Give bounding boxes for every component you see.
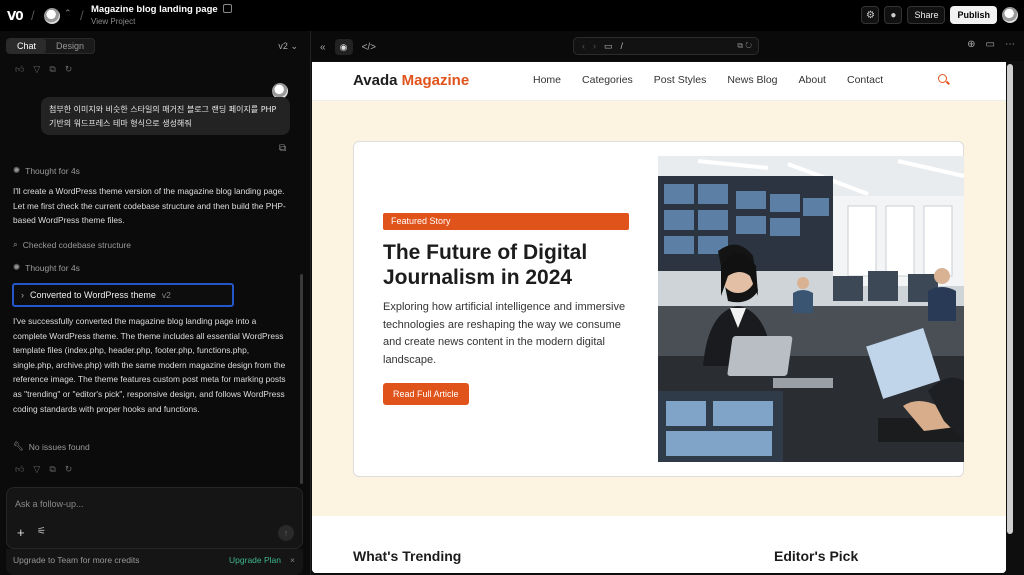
editors-pick-heading: Editor's Pick bbox=[774, 548, 859, 564]
collapse-icon[interactable]: « bbox=[320, 42, 326, 53]
separator: / bbox=[31, 8, 35, 23]
monitor-icon[interactable]: ▭ bbox=[604, 41, 613, 52]
device-icon[interactable]: ▭ bbox=[986, 39, 995, 50]
brain-icon: ✺ bbox=[13, 262, 21, 272]
copy-icon[interactable]: ⧉ bbox=[49, 64, 55, 75]
nav-categories[interactable]: Categories bbox=[582, 74, 633, 86]
version-card-badge: v2 bbox=[161, 290, 171, 300]
url-path: / bbox=[620, 41, 624, 51]
upgrade-banner: Upgrade to Team for more credits Upgrade… bbox=[6, 549, 303, 575]
chat-panel: Chat Design v2 ⌄ 👍︎ ▽ ⧉ ↻ 첨부한 이미지와 비슷한 스타일의… bbox=[0, 31, 310, 575]
version-select[interactable]: v2 ⌄ bbox=[278, 41, 298, 52]
logo-accent: Magazine bbox=[401, 72, 470, 89]
thought-step[interactable]: ✺ Thought for 4s bbox=[13, 262, 80, 273]
separator: / bbox=[80, 8, 84, 23]
nav-post-styles[interactable]: Post Styles bbox=[654, 74, 707, 86]
message-actions: 👍︎ ▽ ⧉ ↻ bbox=[15, 464, 72, 475]
search-icon[interactable] bbox=[938, 74, 947, 83]
send-arrow-icon[interactable]: ↑ bbox=[278, 525, 294, 541]
search-icon: ⌕ bbox=[13, 239, 18, 249]
thumbs-up-icon[interactable]: 👍︎ bbox=[15, 464, 24, 475]
thought-label: Thought for 4s bbox=[25, 262, 80, 273]
team-avatar[interactable] bbox=[44, 8, 60, 24]
message-actions: 👍︎ ▽ ⧉ ↻ bbox=[15, 64, 72, 75]
back-icon[interactable]: ‹ bbox=[582, 41, 585, 51]
top-bar: V0 / ⌃ / Magazine blog landing page View… bbox=[0, 0, 1024, 31]
share-button[interactable]: Share bbox=[907, 6, 946, 24]
lock-icon bbox=[222, 4, 232, 13]
diagnostics-status: 🔧︎ No issues found bbox=[13, 441, 90, 452]
checked-step[interactable]: ⌕ Checked codebase structure bbox=[13, 239, 131, 250]
chevron-down-icon: ⌄ bbox=[290, 41, 298, 51]
user-message: 첨부한 이미지와 비슷한 스타일의 매거진 블로그 랜딩 페이지를 PHP 기반… bbox=[41, 97, 290, 135]
close-icon[interactable]: × bbox=[290, 555, 295, 565]
target-icon[interactable]: ⊕ bbox=[967, 39, 975, 50]
content-section: What's Trending Editor's Pick bbox=[312, 516, 1006, 573]
more-icon[interactable]: ⋯ bbox=[1005, 39, 1015, 50]
chevron-updown-icon[interactable]: ⌃ bbox=[64, 8, 72, 19]
assistant-message: I'll create a WordPress theme version of… bbox=[13, 186, 286, 226]
logo-text: Avada bbox=[353, 72, 402, 89]
follow-up-input[interactable]: Ask a follow-up... + ⚟ ↑ bbox=[6, 487, 303, 549]
user-avatar[interactable] bbox=[1002, 7, 1018, 23]
wrench-icon: 🔧︎ bbox=[13, 441, 24, 451]
tab-chat[interactable]: Chat bbox=[7, 39, 47, 53]
copy-icon[interactable]: ⧉ bbox=[279, 143, 286, 154]
website-preview: Avada Magazine Home Categories Post Styl… bbox=[312, 62, 1006, 573]
v0-logo[interactable]: V0 bbox=[7, 9, 24, 23]
checked-label: Checked codebase structure bbox=[22, 239, 131, 250]
panel-tabs: Chat Design bbox=[6, 38, 96, 54]
site-nav: Home Categories Post Styles News Blog Ab… bbox=[533, 74, 883, 86]
site-logo[interactable]: Avada Magazine bbox=[353, 72, 469, 89]
project-info[interactable]: Magazine blog landing page View Project bbox=[91, 4, 232, 26]
tab-design[interactable]: Design bbox=[46, 39, 94, 53]
version-label: v2 bbox=[278, 41, 288, 51]
featured-card: Featured Story The Future of Digital Jou… bbox=[353, 141, 964, 477]
preview-scrollbar[interactable] bbox=[1007, 64, 1013, 534]
featured-image bbox=[658, 156, 964, 462]
featured-description: Exploring how artificial intelligence an… bbox=[383, 301, 626, 366]
version-card[interactable]: › Converted to WordPress theme v2 bbox=[12, 283, 234, 307]
forward-icon[interactable]: › bbox=[593, 41, 596, 51]
sliders-icon[interactable]: ⚟ bbox=[37, 526, 46, 537]
input-placeholder: Ask a follow-up... bbox=[15, 499, 84, 509]
thumbs-up-icon[interactable]: 👍︎ bbox=[15, 64, 24, 75]
preview-panel: « ◉ </> ‹ › ▭ / ⧉ ↻ ⊕ ▭ ⋯ Avada Magazine… bbox=[310, 31, 1024, 575]
code-icon[interactable]: </> bbox=[362, 42, 376, 53]
copy-icon[interactable]: ⧉ bbox=[49, 464, 55, 475]
nav-news-blog[interactable]: News Blog bbox=[727, 74, 777, 86]
assistant-message: I've successfully converted the magazine… bbox=[13, 316, 286, 414]
retry-icon[interactable]: ↻ bbox=[65, 64, 73, 75]
nav-contact[interactable]: Contact bbox=[847, 74, 883, 86]
chat-scrollbar[interactable] bbox=[300, 274, 303, 484]
brain-icon: ✺ bbox=[13, 165, 21, 175]
read-article-button[interactable]: Read Full Article bbox=[383, 383, 469, 405]
nav-home[interactable]: Home bbox=[533, 74, 561, 86]
trending-heading: What's Trending bbox=[353, 548, 462, 564]
chevron-right-icon: › bbox=[21, 290, 24, 300]
open-refresh-icons[interactable]: ⧉ ↻ bbox=[737, 41, 752, 51]
settings-gear-icon[interactable]: ⚙ bbox=[861, 6, 880, 24]
view-project-link[interactable]: View Project bbox=[91, 17, 232, 26]
thought-step[interactable]: ✺ Thought for 4s bbox=[13, 165, 80, 176]
nav-about[interactable]: About bbox=[799, 74, 826, 86]
publish-button[interactable]: Publish bbox=[950, 6, 997, 24]
no-issues-label: No issues found bbox=[28, 441, 90, 452]
upgrade-text: Upgrade to Team for more credits bbox=[13, 555, 140, 565]
site-header: Avada Magazine Home Categories Post Styl… bbox=[312, 62, 1006, 101]
thumbs-down-icon[interactable]: ▽ bbox=[33, 464, 40, 475]
preview-toolbar: « ◉ </> ‹ › ▭ / ⧉ ↻ ⊕ ▭ ⋯ bbox=[311, 31, 1024, 61]
preview-url-bar[interactable]: ‹ › ▭ / ⧉ ↻ bbox=[573, 37, 759, 55]
thought-label: Thought for 4s bbox=[25, 165, 80, 176]
github-icon[interactable]: ● bbox=[884, 6, 903, 24]
retry-icon[interactable]: ↻ bbox=[65, 464, 73, 475]
project-title: Magazine blog landing page bbox=[91, 4, 218, 15]
eye-icon[interactable]: ◉ bbox=[334, 39, 353, 55]
version-card-title: Converted to WordPress theme bbox=[30, 290, 156, 300]
plus-icon[interactable]: + bbox=[17, 525, 25, 540]
thumbs-down-icon[interactable]: ▽ bbox=[33, 64, 40, 75]
featured-badge: Featured Story bbox=[383, 213, 629, 230]
upgrade-plan-link[interactable]: Upgrade Plan bbox=[229, 555, 281, 565]
featured-title[interactable]: The Future of Digital Journalism in 2024 bbox=[383, 240, 633, 290]
